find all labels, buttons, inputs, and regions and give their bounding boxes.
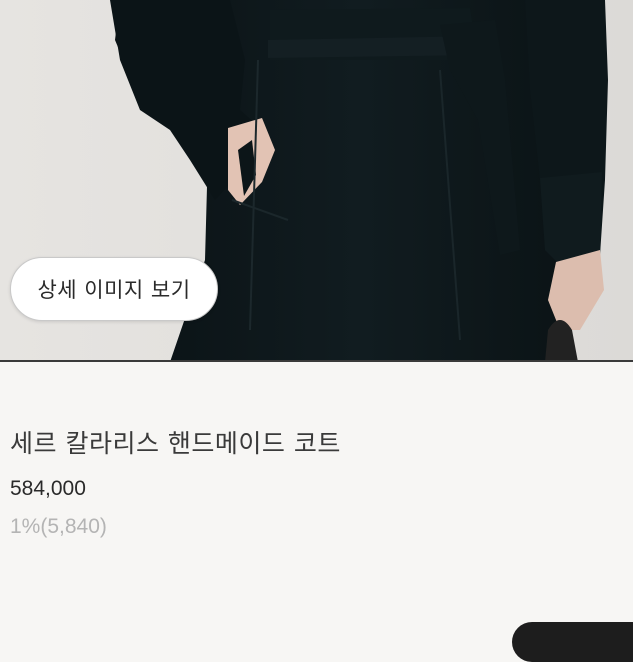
view-detail-images-button[interactable]: 상세 이미지 보기 [10,257,218,321]
hero-divider [0,360,633,362]
product-hero-image[interactable]: 상세 이미지 보기 [0,0,633,362]
reward-points: 1%(5,840) [10,515,107,538]
product-price: 584,000 [10,477,86,500]
floating-action-button[interactable] [512,622,633,662]
product-title: 세르 칼라리스 핸드메이드 코트 [10,429,341,458]
